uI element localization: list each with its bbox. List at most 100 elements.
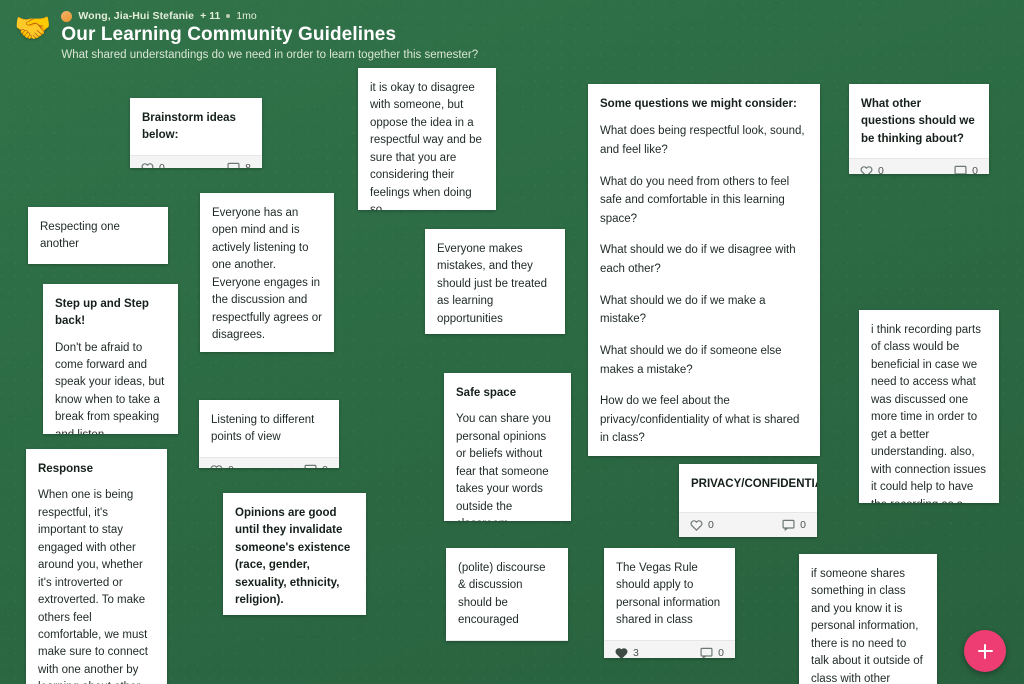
note-safe-space[interactable]: Safe space You can share you personal opi… bbox=[444, 373, 571, 521]
note-text: i think recording parts of class would b… bbox=[871, 324, 987, 503]
note-body: it is okay to disagree with someone, but… bbox=[358, 68, 496, 210]
board-header: 🤝 Wong, Jia-Hui Stefanie + 11 1mo Our Le… bbox=[0, 0, 1024, 66]
page-title: Our Learning Community Guidelines bbox=[61, 24, 397, 45]
note-body: Listening to different points of view bbox=[199, 400, 339, 457]
handshake-icon: 🤝 bbox=[14, 12, 52, 45]
comment-icon bbox=[700, 647, 713, 658]
note-question: What should we do if someone else makes … bbox=[600, 344, 785, 376]
note-text: Respecting one another bbox=[40, 221, 124, 251]
note-body: Some questions we might consider: What do… bbox=[588, 84, 820, 456]
like-button[interactable]: 0 bbox=[141, 162, 165, 168]
note-brainstorm[interactable]: Brainstorm ideas below: 0 8 bbox=[130, 98, 262, 168]
note-title: Safe space bbox=[456, 387, 517, 399]
board-meta: Wong, Jia-Hui Stefanie + 11 1mo bbox=[61, 10, 478, 22]
note-text: The Vegas Rule should apply to personal … bbox=[616, 562, 724, 627]
note-question: How do we feel about the privacy/confide… bbox=[600, 395, 803, 445]
note-open-mind[interactable]: Everyone has an open mind and is activel… bbox=[200, 193, 334, 352]
comment-icon bbox=[954, 165, 967, 174]
note-text: You can share you personal opinions or b… bbox=[456, 413, 551, 521]
note-step-up-step-back[interactable]: Step up and Step back! Don't be afraid to… bbox=[43, 284, 178, 434]
comment-count: 0 bbox=[972, 164, 978, 174]
page-subtitle: What shared understandings do we need in… bbox=[61, 48, 479, 61]
note-text: Listening to different points of view bbox=[211, 414, 318, 444]
note-title: PRIVACY/CONFIDENTIALITY bbox=[691, 478, 817, 490]
note-title: Brainstorm ideas below: bbox=[142, 112, 236, 142]
note-text: When one is being respectful, it's impor… bbox=[38, 489, 148, 684]
note-body: i think recording parts of class would b… bbox=[859, 310, 999, 503]
note-body: Respecting one another bbox=[28, 207, 168, 264]
comment-button[interactable]: 0 bbox=[954, 165, 978, 174]
note-opinions-invalidate[interactable]: Opinions are good until they invalidate … bbox=[223, 493, 366, 615]
heart-icon bbox=[141, 162, 154, 168]
comment-icon bbox=[304, 464, 317, 468]
like-button[interactable]: 0 bbox=[210, 464, 234, 468]
note-other-questions[interactable]: What other questions should we be thinki… bbox=[849, 84, 989, 174]
author-name: Wong, Jia-Hui Stefanie bbox=[78, 10, 195, 22]
note-response[interactable]: Response When one is being respectful, it… bbox=[26, 449, 167, 684]
note-footer: 00 bbox=[679, 512, 817, 537]
add-post-button[interactable] bbox=[964, 630, 1006, 672]
like-button[interactable]: 0 bbox=[690, 519, 714, 531]
note-body: Opinions are good until they invalidate … bbox=[223, 493, 366, 615]
note-text: Don't be afraid to come forward and spea… bbox=[55, 341, 165, 435]
note-respecting-one-another[interactable]: Respecting one another00 bbox=[28, 207, 168, 264]
comment-count: 0 bbox=[800, 519, 806, 531]
note-recording-parts-of-class[interactable]: i think recording parts of class would b… bbox=[859, 310, 999, 503]
like-count: 0 bbox=[228, 464, 234, 468]
note-title: Step up and Step back! bbox=[55, 298, 149, 328]
avatar bbox=[61, 10, 73, 22]
heart-icon bbox=[615, 647, 628, 658]
note-body: The Vegas Rule should apply to personal … bbox=[604, 548, 735, 640]
note-privacy-confidentiality[interactable]: PRIVACY/CONFIDENTIALITY00 bbox=[679, 464, 817, 537]
note-listening-points-of-view[interactable]: Listening to different points of view00 bbox=[199, 400, 339, 468]
note-title: Some questions we might consider: bbox=[600, 98, 797, 110]
heart-icon bbox=[210, 464, 223, 468]
note-body: Brainstorm ideas below: bbox=[130, 98, 262, 155]
comment-icon bbox=[227, 162, 240, 168]
note-footer: 00 bbox=[199, 456, 339, 468]
comment-button[interactable]: 0 bbox=[782, 519, 806, 531]
note-vegas-rule[interactable]: The Vegas Rule should apply to personal … bbox=[604, 548, 735, 658]
heart-icon bbox=[690, 519, 703, 531]
note-body: PRIVACY/CONFIDENTIALITY bbox=[679, 464, 817, 512]
note-personal-info-not-shared[interactable]: if someone shares something in class and… bbox=[799, 554, 937, 684]
note-body: if someone shares something in class and… bbox=[799, 554, 937, 684]
separator-dot bbox=[226, 14, 231, 18]
note-footer: 00 bbox=[849, 157, 989, 174]
timestamp: 1mo bbox=[236, 10, 257, 22]
note-body: Everyone has an open mind and is activel… bbox=[200, 193, 334, 352]
note-polite-discourse[interactable]: (polite) discourse & discussion should b… bbox=[446, 548, 568, 641]
comment-icon bbox=[782, 519, 795, 531]
notes-board: Brainstorm ideas below: 0 8 it is okay to d… bbox=[0, 0, 1024, 684]
note-text: Everyone has an open mind and is activel… bbox=[212, 207, 326, 342]
note-text: (polite) discourse & discussion should b… bbox=[458, 562, 549, 627]
note-footer: 00 bbox=[446, 639, 568, 641]
note-body: Safe space You can share you personal opi… bbox=[444, 373, 571, 521]
note-title: What other questions should we be thinki… bbox=[861, 98, 975, 145]
comment-button[interactable]: 8 bbox=[227, 162, 251, 168]
comment-button[interactable]: 0 bbox=[700, 647, 724, 658]
like-count: 3 bbox=[633, 646, 639, 658]
note-text: Opinions are good until they invalidate … bbox=[235, 507, 354, 607]
note-body: (polite) discourse & discussion should b… bbox=[446, 548, 568, 640]
note-question: What should we do if we disagree with ea… bbox=[600, 244, 799, 275]
note-text: Everyone makes mistakes, and they should… bbox=[437, 243, 551, 325]
comment-count: 0 bbox=[718, 646, 724, 658]
like-count: 0 bbox=[708, 519, 714, 531]
header-text-block: Wong, Jia-Hui Stefanie + 11 1mo Our Lear… bbox=[61, 8, 478, 63]
note-body: Step up and Step back! Don't be afraid to… bbox=[43, 284, 178, 434]
note-disagree-respectfully[interactable]: it is okay to disagree with someone, but… bbox=[358, 68, 496, 210]
note-footer: 08 bbox=[130, 154, 262, 168]
note-text: if someone shares something in class and… bbox=[811, 568, 923, 684]
like-button[interactable]: 0 bbox=[860, 165, 884, 174]
like-count: 0 bbox=[878, 164, 884, 174]
like-button[interactable]: 3 bbox=[615, 647, 639, 658]
note-questions-to-consider[interactable]: Some questions we might consider: What do… bbox=[588, 84, 820, 456]
note-footer: 30 bbox=[604, 639, 735, 658]
note-body: Everyone makes mistakes, and they should… bbox=[425, 229, 565, 334]
note-everyone-makes-mistakes[interactable]: Everyone makes mistakes, and they should… bbox=[425, 229, 565, 334]
collaborator-count[interactable]: + 11 bbox=[200, 10, 220, 22]
plus-icon-bar bbox=[977, 650, 993, 652]
note-title: Response bbox=[38, 463, 93, 475]
comment-button[interactable]: 0 bbox=[304, 464, 328, 468]
